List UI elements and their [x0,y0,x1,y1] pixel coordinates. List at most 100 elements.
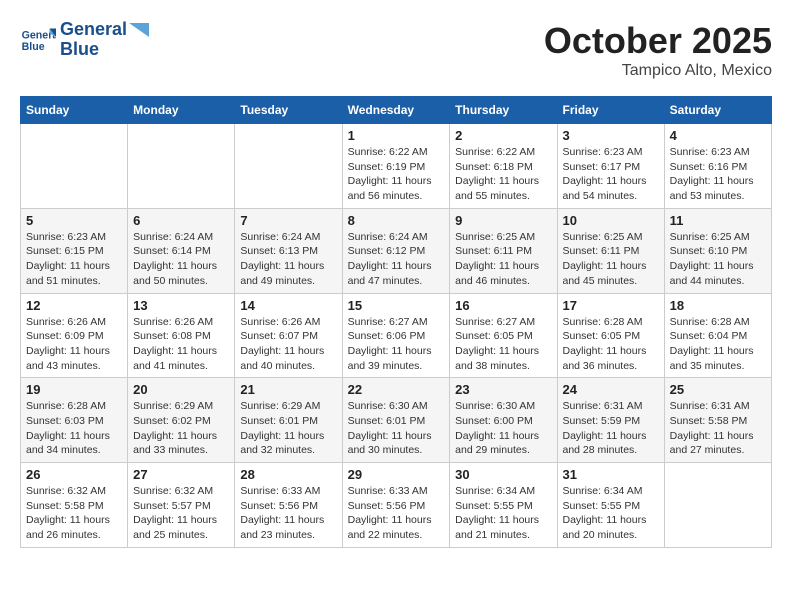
day-number: 12 [26,298,122,313]
day-number: 30 [455,467,551,482]
calendar-cell: 4Sunrise: 6:23 AM Sunset: 6:16 PM Daylig… [664,124,771,209]
day-of-week-header: Wednesday [342,97,450,124]
day-info: Sunrise: 6:31 AM Sunset: 5:59 PM Dayligh… [563,399,659,458]
day-number: 3 [563,128,659,143]
day-number: 14 [240,298,336,313]
calendar-cell: 23Sunrise: 6:30 AM Sunset: 6:00 PM Dayli… [450,378,557,463]
day-number: 7 [240,213,336,228]
calendar-cell: 12 Sunrise: 6:26 AM Sunset: 6:09 PM Dayli… [21,293,128,378]
calendar-cell: 2 Sunrise: 6:22 AM Sunset: 6:18 PM Daylig… [450,124,557,209]
day-number: 20 [133,382,229,397]
day-info: Sunrise: 6:26 AM Sunset: 6:09 PM Dayligh… [26,315,122,374]
calendar-cell: 27 Sunrise: 6:32 AM Sunset: 5:57 PM Dayli… [128,463,235,548]
day-number: 27 [133,467,229,482]
calendar-week-row: 5 Sunrise: 6:23 AM Sunset: 6:15 PM Daylig… [21,208,772,293]
day-number: 13 [133,298,229,313]
day-number: 9 [455,213,551,228]
day-info: Sunrise: 6:24 AM Sunset: 6:14 PM Dayligh… [133,230,229,289]
calendar-cell [21,124,128,209]
day-info: Sunrise: 6:29 AM Sunset: 6:01 PM Dayligh… [240,399,336,458]
day-info: Sunrise: 6:22 AM Sunset: 6:19 PM Dayligh… [348,145,445,204]
day-info: Sunrise: 6:26 AM Sunset: 6:08 PM Dayligh… [133,315,229,374]
calendar-cell [235,124,342,209]
day-number: 10 [563,213,659,228]
svg-text:Blue: Blue [22,41,45,53]
calendar-cell: 20Sunrise: 6:29 AM Sunset: 6:02 PM Dayli… [128,378,235,463]
calendar-week-row: 19 Sunrise: 6:28 AM Sunset: 6:03 PM Dayli… [21,378,772,463]
day-info: Sunrise: 6:31 AM Sunset: 5:58 PM Dayligh… [670,399,766,458]
calendar-cell: 19 Sunrise: 6:28 AM Sunset: 6:03 PM Dayli… [21,378,128,463]
day-info: Sunrise: 6:33 AM Sunset: 5:56 PM Dayligh… [240,484,336,543]
day-number: 25 [670,382,766,397]
calendar-cell: 14 Sunrise: 6:26 AM Sunset: 6:07 PM Dayli… [235,293,342,378]
day-info: Sunrise: 6:25 AM Sunset: 6:10 PM Dayligh… [670,230,766,289]
logo: General Blue General Blue [20,20,149,60]
calendar-cell: 26 Sunrise: 6:32 AM Sunset: 5:58 PM Dayli… [21,463,128,548]
calendar-cell: 31Sunrise: 6:34 AM Sunset: 5:55 PM Dayli… [557,463,664,548]
day-info: Sunrise: 6:23 AM Sunset: 6:15 PM Dayligh… [26,230,122,289]
calendar-cell: 6Sunrise: 6:24 AM Sunset: 6:14 PM Daylig… [128,208,235,293]
day-info: Sunrise: 6:28 AM Sunset: 6:03 PM Dayligh… [26,399,122,458]
calendar-cell: 21 Sunrise: 6:29 AM Sunset: 6:01 PM Dayli… [235,378,342,463]
calendar-cell: 11 Sunrise: 6:25 AM Sunset: 6:10 PM Dayli… [664,208,771,293]
day-number: 21 [240,382,336,397]
calendar-cell: 16Sunrise: 6:27 AM Sunset: 6:05 PM Dayli… [450,293,557,378]
day-number: 11 [670,213,766,228]
logo-wordmark: General Blue [60,20,149,60]
day-number: 19 [26,382,122,397]
location-title: Tampico Alto, Mexico [544,62,772,80]
day-number: 28 [240,467,336,482]
day-number: 29 [348,467,445,482]
calendar-cell: 5 Sunrise: 6:23 AM Sunset: 6:15 PM Daylig… [21,208,128,293]
day-info: Sunrise: 6:30 AM Sunset: 6:00 PM Dayligh… [455,399,551,458]
calendar-cell [128,124,235,209]
day-info: Sunrise: 6:33 AM Sunset: 5:56 PM Dayligh… [348,484,445,543]
day-number: 4 [670,128,766,143]
day-number: 5 [26,213,122,228]
day-of-week-header: Friday [557,97,664,124]
calendar-cell: 30 Sunrise: 6:34 AM Sunset: 5:55 PM Dayli… [450,463,557,548]
day-number: 17 [563,298,659,313]
day-number: 24 [563,382,659,397]
title-block: October 2025 Tampico Alto, Mexico [544,20,772,80]
day-number: 26 [26,467,122,482]
calendar-header-row: SundayMondayTuesdayWednesdayThursdayFrid… [21,97,772,124]
day-info: Sunrise: 6:22 AM Sunset: 6:18 PM Dayligh… [455,145,551,204]
calendar-cell: 3 Sunrise: 6:23 AM Sunset: 6:17 PM Daylig… [557,124,664,209]
day-info: Sunrise: 6:30 AM Sunset: 6:01 PM Dayligh… [348,399,445,458]
day-number: 22 [348,382,445,397]
day-info: Sunrise: 6:26 AM Sunset: 6:07 PM Dayligh… [240,315,336,374]
calendar-week-row: 12 Sunrise: 6:26 AM Sunset: 6:09 PM Dayli… [21,293,772,378]
day-info: Sunrise: 6:27 AM Sunset: 6:05 PM Dayligh… [455,315,551,374]
day-info: Sunrise: 6:32 AM Sunset: 5:57 PM Dayligh… [133,484,229,543]
day-of-week-header: Sunday [21,97,128,124]
day-info: Sunrise: 6:25 AM Sunset: 6:11 PM Dayligh… [563,230,659,289]
calendar-week-row: 26 Sunrise: 6:32 AM Sunset: 5:58 PM Dayli… [21,463,772,548]
calendar-cell: 9Sunrise: 6:25 AM Sunset: 6:11 PM Daylig… [450,208,557,293]
calendar-cell: 1Sunrise: 6:22 AM Sunset: 6:19 PM Daylig… [342,124,450,209]
page: General Blue General Blue October 2025 T… [0,0,792,568]
day-info: Sunrise: 6:24 AM Sunset: 6:13 PM Dayligh… [240,230,336,289]
day-info: Sunrise: 6:24 AM Sunset: 6:12 PM Dayligh… [348,230,445,289]
day-info: Sunrise: 6:32 AM Sunset: 5:58 PM Dayligh… [26,484,122,543]
month-title: October 2025 [544,20,772,62]
day-number: 2 [455,128,551,143]
day-number: 18 [670,298,766,313]
logo-icon: General Blue [20,22,56,58]
logo-line1: General [60,20,149,40]
day-info: Sunrise: 6:28 AM Sunset: 6:04 PM Dayligh… [670,315,766,374]
day-info: Sunrise: 6:23 AM Sunset: 6:17 PM Dayligh… [563,145,659,204]
day-info: Sunrise: 6:34 AM Sunset: 5:55 PM Dayligh… [455,484,551,543]
day-info: Sunrise: 6:28 AM Sunset: 6:05 PM Dayligh… [563,315,659,374]
calendar-cell: 22 Sunrise: 6:30 AM Sunset: 6:01 PM Dayli… [342,378,450,463]
calendar-cell: 28 Sunrise: 6:33 AM Sunset: 5:56 PM Dayli… [235,463,342,548]
calendar-cell: 7 Sunrise: 6:24 AM Sunset: 6:13 PM Daylig… [235,208,342,293]
header: General Blue General Blue October 2025 T… [20,20,772,80]
calendar-cell: 17 Sunrise: 6:28 AM Sunset: 6:05 PM Dayli… [557,293,664,378]
day-number: 31 [563,467,659,482]
calendar-cell: 29 Sunrise: 6:33 AM Sunset: 5:56 PM Dayli… [342,463,450,548]
calendar-table: SundayMondayTuesdayWednesdayThursdayFrid… [20,96,772,548]
day-of-week-header: Saturday [664,97,771,124]
calendar-cell: 10 Sunrise: 6:25 AM Sunset: 6:11 PM Dayli… [557,208,664,293]
calendar-cell: 8Sunrise: 6:24 AM Sunset: 6:12 PM Daylig… [342,208,450,293]
